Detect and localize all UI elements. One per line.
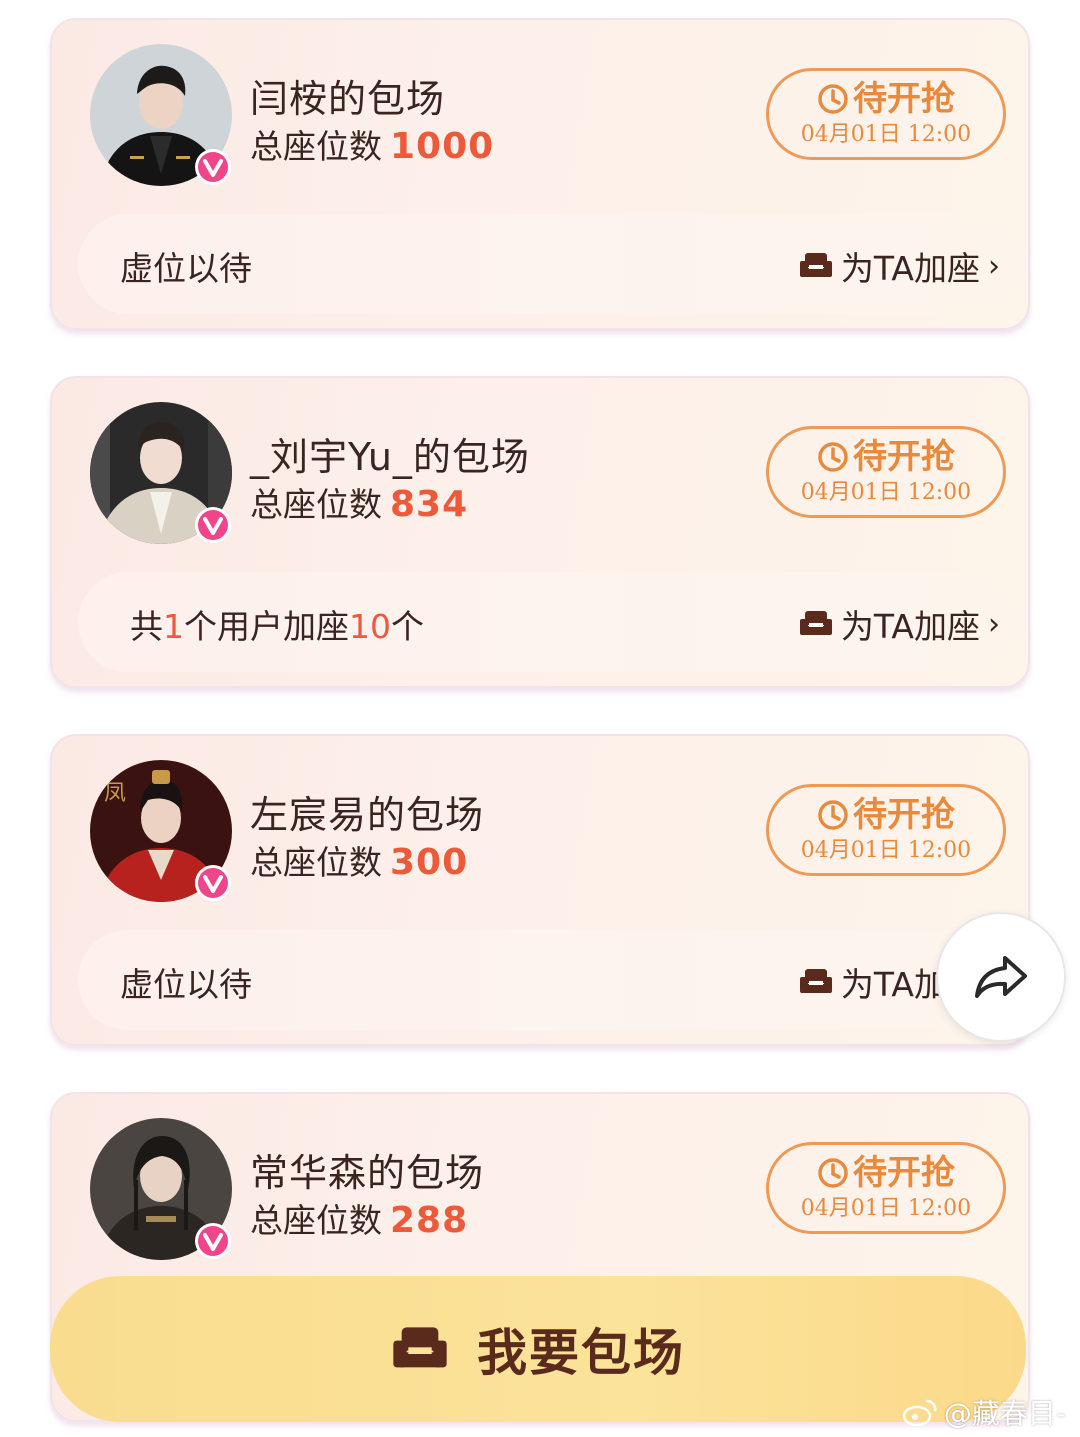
verified-v-badge-icon <box>195 149 231 185</box>
verified-v-badge-icon <box>195 865 231 901</box>
seat-info-strip: 虚位以待 为TA加座 › <box>78 930 1028 1030</box>
seat-count: 总座位数 300 <box>250 836 468 884</box>
status-time: 04月01日 12:00 <box>800 838 972 863</box>
chevron-right-icon: › <box>988 248 1000 284</box>
verified-v-badge-icon <box>195 1223 231 1259</box>
add-seat-link[interactable]: 为TA加座 › <box>799 242 1000 290</box>
seat-info-strip: 共1个用户加座10个 为TA加座 › <box>78 572 1028 672</box>
status-time: 04月01日 12:00 <box>800 1196 972 1221</box>
add-seat-link[interactable]: 为TA加座 › <box>799 600 1000 648</box>
added-user-count: 1 <box>163 607 184 646</box>
status-label: 待开抢 <box>853 795 955 835</box>
seat-count: 总座位数 288 <box>250 1194 468 1242</box>
status-label: 待开抢 <box>853 79 955 119</box>
sofa-icon <box>799 969 832 993</box>
seat-count-label: 总座位数 <box>250 127 382 166</box>
added-prefix: 共 <box>130 607 163 646</box>
vacant-text: 虚位以待 <box>120 965 252 1004</box>
status-label: 待开抢 <box>853 437 955 477</box>
sofa-icon <box>799 253 832 277</box>
share-button[interactable] <box>936 912 1066 1042</box>
room-title: _刘宇Yu_的包场 <box>250 435 530 479</box>
seat-count-label: 总座位数 <box>250 1201 382 1240</box>
clock-icon <box>818 442 848 472</box>
seat-count-value: 834 <box>390 484 469 525</box>
room-title: 闫桉的包场 <box>250 77 446 121</box>
chevron-right-icon: › <box>988 606 1000 642</box>
watermark-text: @藏春目- <box>943 1397 1066 1430</box>
seat-count-value: 1000 <box>390 126 495 167</box>
share-arrow-icon <box>975 956 1027 998</box>
grab-status-button[interactable]: 待开抢 04月01日 12:00 <box>766 426 1006 518</box>
seat-count-value: 300 <box>390 842 469 883</box>
room-card-1[interactable]: 闫桉的包场 总座位数 1000 待开抢 04月01日 12:00 虚位以待 为TA… <box>50 18 1030 330</box>
book-room-button[interactable]: 我要包场 <box>50 1276 1026 1422</box>
seat-info-strip: 虚位以待 为TA加座 › <box>78 214 1028 314</box>
seat-count-value: 288 <box>390 1200 469 1241</box>
seat-count: 总座位数 1000 <box>250 120 494 168</box>
added-seats-text: 共1个用户加座10个 <box>130 600 424 648</box>
seat-count-label: 总座位数 <box>250 843 382 882</box>
watermark: @藏春目- <box>902 1392 1066 1432</box>
status-label: 待开抢 <box>853 1153 955 1193</box>
verified-v-badge-icon <box>195 507 231 543</box>
weibo-logo-icon <box>902 1399 937 1427</box>
grab-status-button[interactable]: 待开抢 04月01日 12:00 <box>766 68 1006 160</box>
added-suffix: 个 <box>391 607 424 646</box>
seat-count-label: 总座位数 <box>250 485 382 524</box>
clock-icon <box>818 1158 848 1188</box>
status-time: 04月01日 12:00 <box>800 480 972 505</box>
add-seat-label: 为TA加座 <box>840 249 980 288</box>
status-time: 04月01日 12:00 <box>800 122 972 147</box>
seat-count: 总座位数 834 <box>250 478 468 526</box>
grab-status-button[interactable]: 待开抢 04月01日 12:00 <box>766 784 1006 876</box>
room-card-3[interactable]: 凤 左宸易的包场 总座位数 300 待开抢 04月01日 12:00 虚位以待 为… <box>50 734 1030 1046</box>
svg-text:凤: 凤 <box>104 781 126 806</box>
clock-icon <box>818 800 848 830</box>
added-mid: 个用户加座 <box>184 607 349 646</box>
vacant-text: 虚位以待 <box>120 249 252 288</box>
added-seat-count: 10 <box>349 607 391 646</box>
clock-icon <box>818 84 848 114</box>
room-card-2[interactable]: _刘宇Yu_的包场 总座位数 834 待开抢 04月01日 12:00 共1个用户… <box>50 376 1030 688</box>
room-title: 常华森的包场 <box>250 1151 485 1195</box>
grab-status-button[interactable]: 待开抢 04月01日 12:00 <box>766 1142 1006 1234</box>
book-room-label: 我要包场 <box>477 1324 685 1382</box>
sofa-icon <box>799 611 832 635</box>
room-title: 左宸易的包场 <box>250 793 485 837</box>
sofa-icon <box>393 1327 447 1368</box>
add-seat-label: 为TA加座 <box>840 607 980 646</box>
